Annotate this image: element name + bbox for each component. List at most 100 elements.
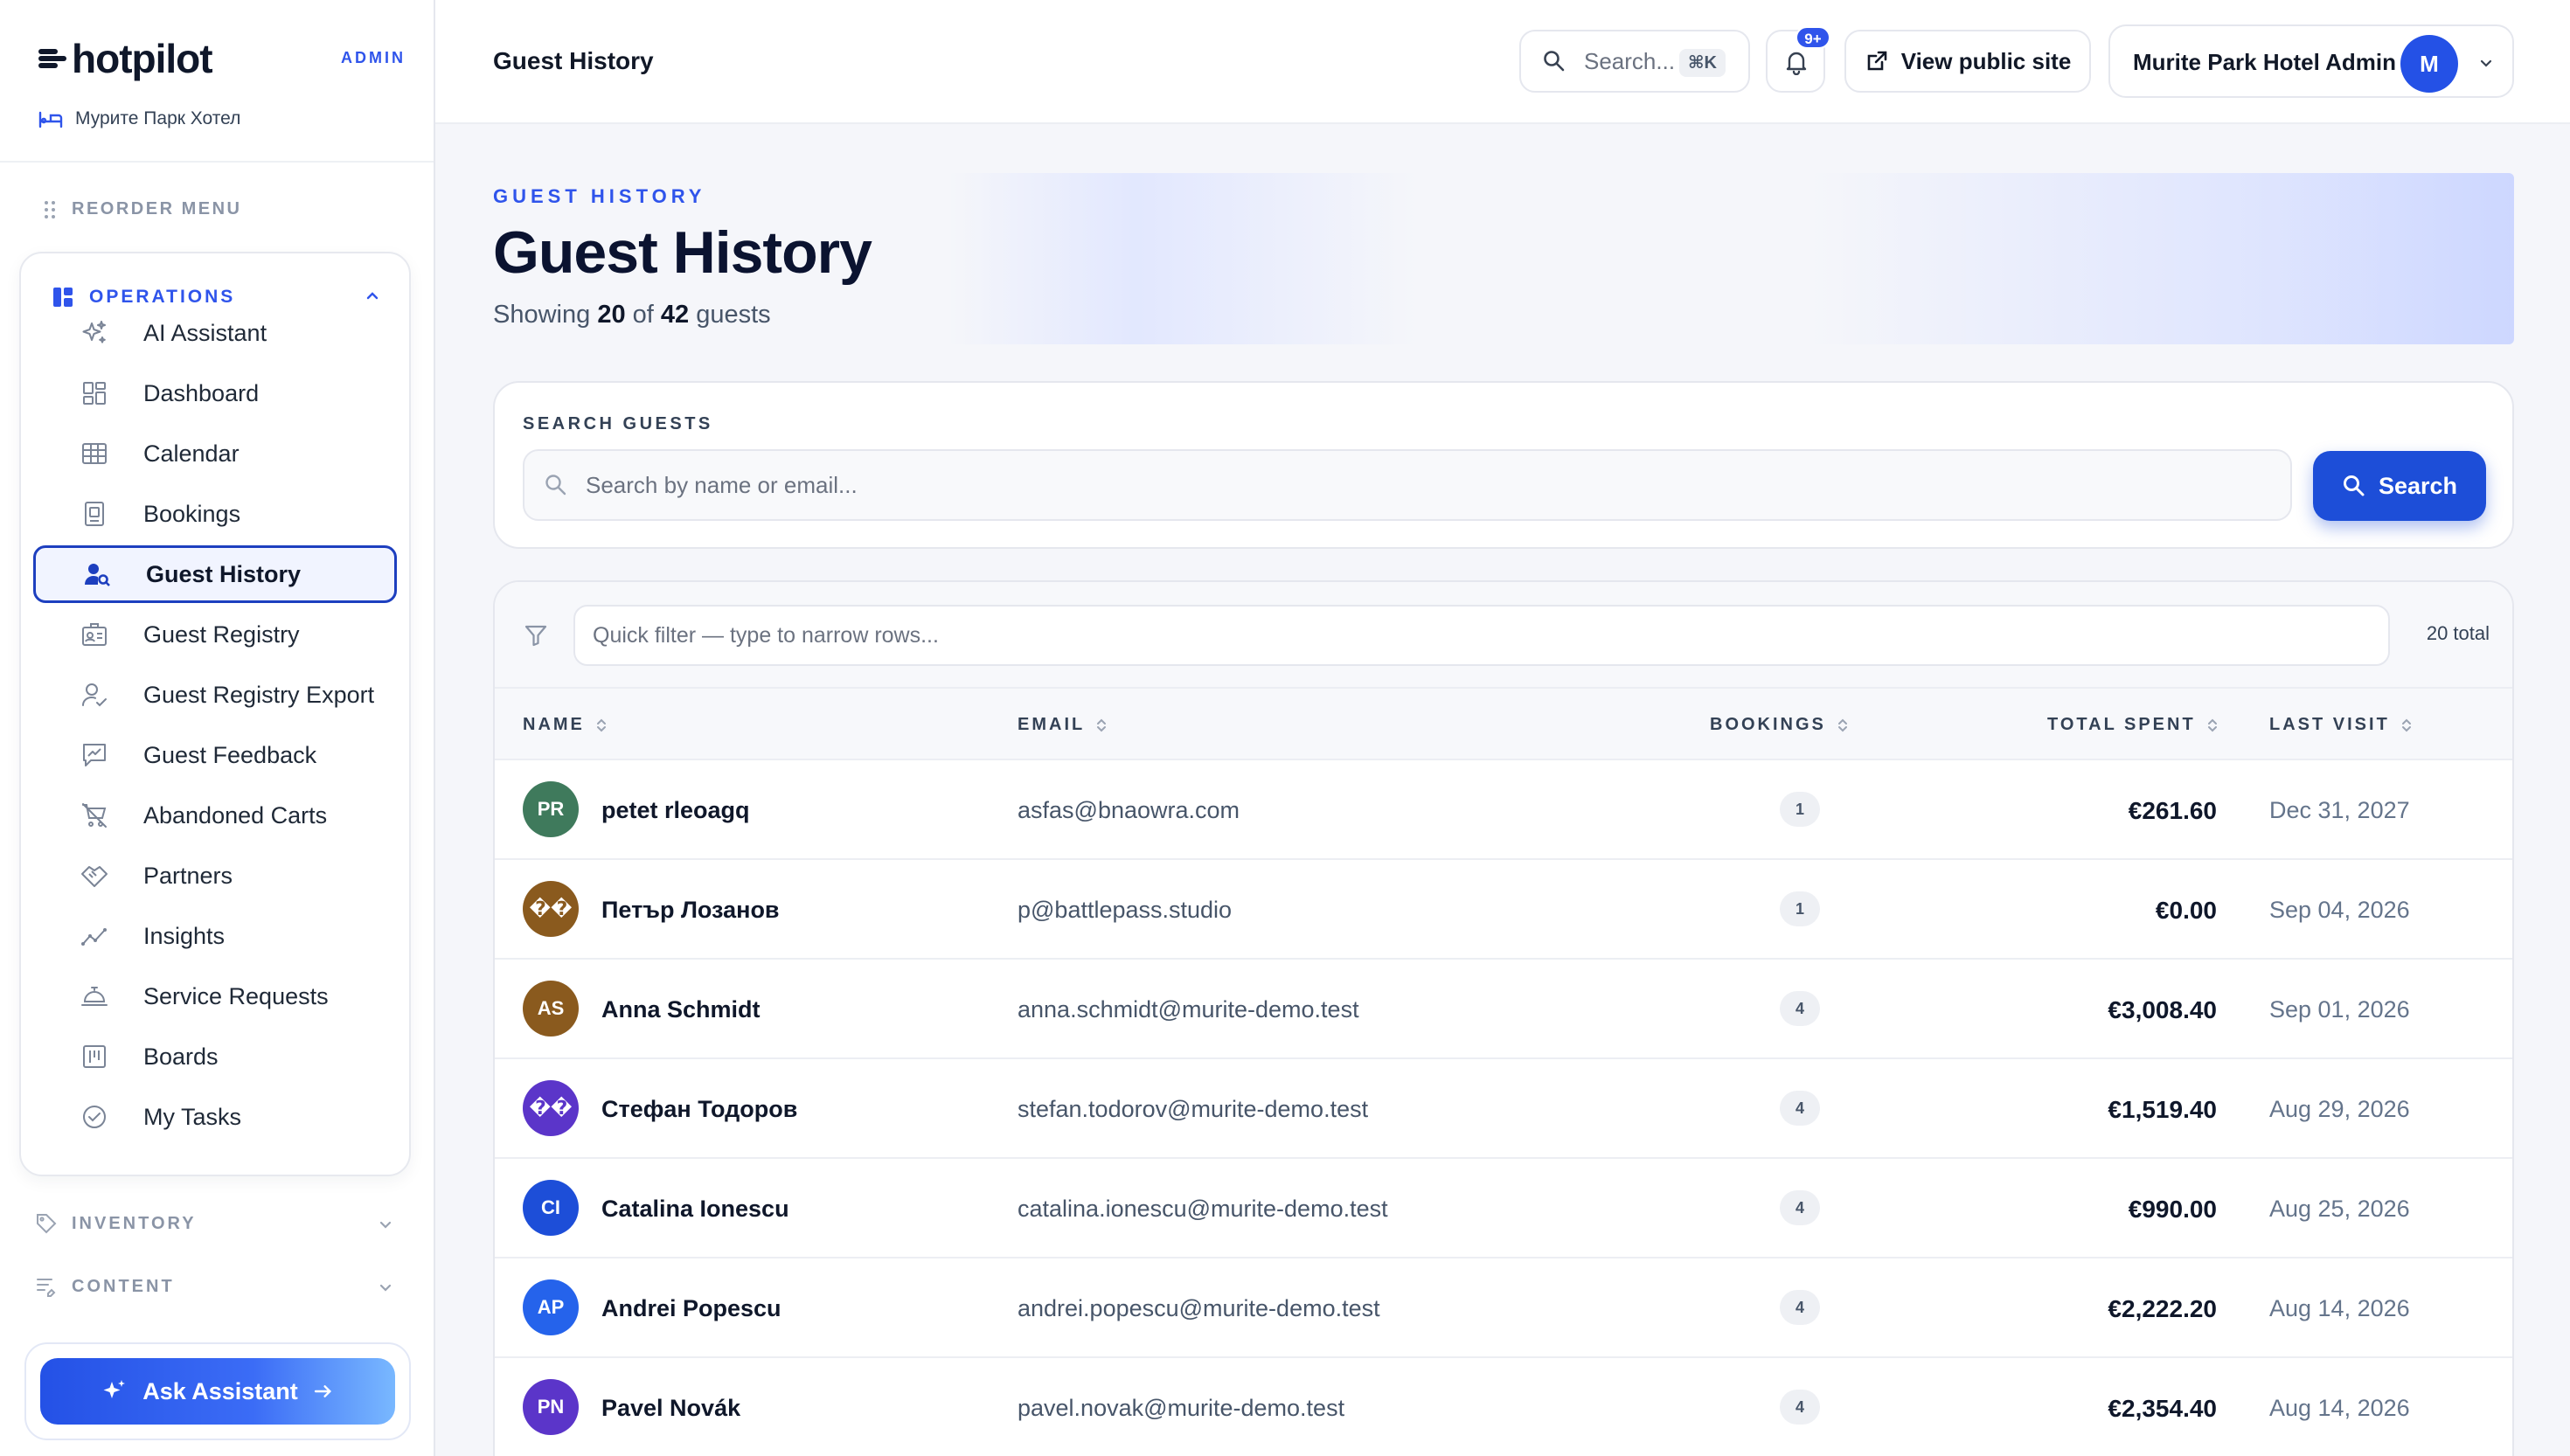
last-visit: Sep 01, 2026 [2269, 996, 2410, 1023]
shown-count: 20 [597, 301, 626, 329]
logo[interactable]: hotpilot [38, 35, 213, 82]
bell-icon [1786, 52, 1807, 75]
logo-text: hotpilot [72, 36, 213, 81]
sidebar-item-label: Guest Registry Export [143, 681, 375, 708]
sidebar-item-label: Service Requests [143, 982, 329, 1009]
sidebar-item-label: Boards [143, 1043, 219, 1070]
reorder-menu-label: REORDER MENU [72, 199, 242, 218]
guest-email: stefan.todorov@murite-demo.test [1018, 1096, 1369, 1122]
guest-name[interactable]: Pavel Novák [601, 1395, 740, 1422]
sidebar-item-calendar[interactable]: Calendar [33, 425, 397, 482]
shortcut-hint: ⌘K [1679, 49, 1726, 77]
sidebar-item-abandoned-carts[interactable]: Abandoned Carts [33, 787, 397, 844]
sidebar-item-label: Partners [143, 862, 233, 889]
sidebar-item-dashboard[interactable]: Dashboard [33, 364, 397, 422]
sidebar-item-service-requests[interactable]: Service Requests [33, 967, 397, 1025]
column-header-total-spent[interactable]: TOTAL SPENT [2047, 715, 2219, 735]
guest-name[interactable]: Andrei Popescu [601, 1295, 781, 1322]
admin-badge: ADMIN [341, 49, 406, 66]
reorder-menu-button[interactable]: REORDER MENU [44, 199, 241, 219]
total-spent: €990.00 [2128, 1196, 2217, 1223]
sidebar-item-guest-history[interactable]: Guest History [33, 545, 397, 603]
avatar: CI [523, 1180, 579, 1236]
guest-name[interactable]: Anna Schmidt [601, 996, 761, 1023]
content-section-header[interactable]: CONTENT [35, 1269, 393, 1304]
guest-name[interactable]: Петър Лозанов [601, 897, 780, 924]
sidebar-item-partners[interactable]: Partners [33, 847, 397, 905]
avatar: �� [523, 1080, 579, 1136]
sidebar-item-ai-assistant[interactable]: AI Assistant [33, 304, 397, 362]
page-hero: GUEST HISTORY Guest History Showing 20 o… [493, 173, 2514, 344]
bed-icon [38, 111, 63, 128]
service-bell-icon [81, 987, 108, 1006]
column-label: LAST VISIT [2269, 715, 2390, 734]
last-visit: Aug 14, 2026 [2269, 1395, 2410, 1421]
feedback-icon [83, 744, 106, 766]
inventory-title: INVENTORY [72, 1213, 197, 1233]
notifications-button[interactable]: 9+ [1766, 26, 1830, 93]
guest-name[interactable]: petet rleoagq [601, 797, 750, 824]
guest-email: anna.schmidt@murite-demo.test [1018, 996, 1359, 1023]
sidebar-item-insights[interactable]: Insights [33, 907, 397, 965]
avatar: PN [523, 1379, 579, 1435]
guest-name[interactable]: Catalina Ionescu [601, 1196, 789, 1223]
bookings-icon [85, 502, 104, 526]
column-header-last-visit[interactable]: LAST VISIT [2269, 715, 2413, 735]
trend-icon [81, 928, 107, 946]
avatar: �� [523, 881, 579, 937]
column-header-bookings[interactable]: BOOKINGS [1710, 715, 1849, 735]
chevron-down-icon [379, 1221, 392, 1229]
last-visit: Sep 04, 2026 [2269, 897, 2410, 923]
sidebar-item-guest-registry-export[interactable]: Guest Registry Export [33, 666, 397, 724]
sort-icon [1097, 718, 1107, 731]
sidebar-item-label: Guest History [146, 560, 302, 587]
guest-search-field[interactable] [523, 449, 2292, 521]
table-row[interactable]: PN Pavel Novák pavel.novak@murite-demo.t… [495, 1358, 2512, 1456]
sparkles-icon [82, 321, 106, 343]
guest-search-input[interactable] [586, 471, 2247, 499]
column-header-name[interactable]: NAME [523, 715, 608, 735]
hotel-selector[interactable]: Мурите Парк Хотел [38, 108, 240, 129]
quick-filter-input[interactable] [573, 605, 2390, 666]
summary-prefix: Showing [493, 301, 591, 329]
sidebar-item-my-tasks[interactable]: My Tasks [33, 1088, 397, 1146]
search-icon [2343, 475, 2365, 496]
column-header-email[interactable]: EMAIL [1018, 715, 1108, 735]
notification-count-badge: 9+ [1796, 26, 1830, 49]
sidebar-item-bookings[interactable]: Bookings [33, 485, 397, 543]
avatar: PR [523, 781, 579, 837]
logo-mark-icon [38, 45, 66, 72]
global-search-button[interactable]: Search... ⌘K [1519, 30, 1750, 93]
inventory-section-header[interactable]: INVENTORY [35, 1206, 393, 1241]
total-count: 42 [660, 301, 690, 329]
guest-email: p@battlepass.studio [1018, 897, 1233, 923]
bookings-count: 4 [1780, 1091, 1820, 1126]
last-visit: Dec 31, 2027 [2269, 797, 2410, 823]
view-public-site-button[interactable]: View public site [1844, 30, 2091, 93]
last-visit: Aug 14, 2026 [2269, 1295, 2410, 1321]
chevron-down-icon [379, 1284, 392, 1292]
sidebar-item-label: Insights [143, 922, 226, 949]
sidebar-item-label: My Tasks [143, 1103, 242, 1130]
guest-name[interactable]: Стефан Тодоров [601, 1096, 797, 1123]
ask-assistant-button[interactable]: Ask Assistant [40, 1358, 395, 1425]
search-icon [1544, 51, 1565, 72]
table-row[interactable]: �� Стефан Тодоров stefan.todorov@murite-… [495, 1059, 2512, 1159]
tag-icon [37, 1214, 57, 1234]
table-row[interactable]: AP Andrei Popescu andrei.popescu@murite-… [495, 1258, 2512, 1358]
registry-icon [82, 623, 107, 646]
search-button[interactable]: Search [2313, 451, 2486, 521]
table-row[interactable]: �� Петър Лозанов p@battlepass.studio 1 €… [495, 860, 2512, 960]
bookings-count: 4 [1780, 991, 1820, 1026]
sidebar-item-boards[interactable]: Boards [33, 1028, 397, 1085]
sidebar-item-guest-registry[interactable]: Guest Registry [33, 606, 397, 663]
account-menu-button[interactable]: Murite Park Hotel Admin M [2108, 24, 2514, 98]
sidebar-item-guest-feedback[interactable]: Guest Feedback [33, 726, 397, 784]
sort-icon [1837, 718, 1847, 731]
table-row[interactable]: CI Catalina Ionescu catalina.ionescu@mur… [495, 1159, 2512, 1258]
table-row[interactable]: AS Anna Schmidt anna.schmidt@murite-demo… [495, 960, 2512, 1059]
search-button-label: Search [2378, 472, 2458, 499]
table-row[interactable]: PR petet rleoagq asfas@bnaowra.com 1 €26… [495, 760, 2512, 860]
filter-icon [524, 625, 547, 647]
ask-assistant-panel: Ask Assistant [24, 1342, 411, 1440]
